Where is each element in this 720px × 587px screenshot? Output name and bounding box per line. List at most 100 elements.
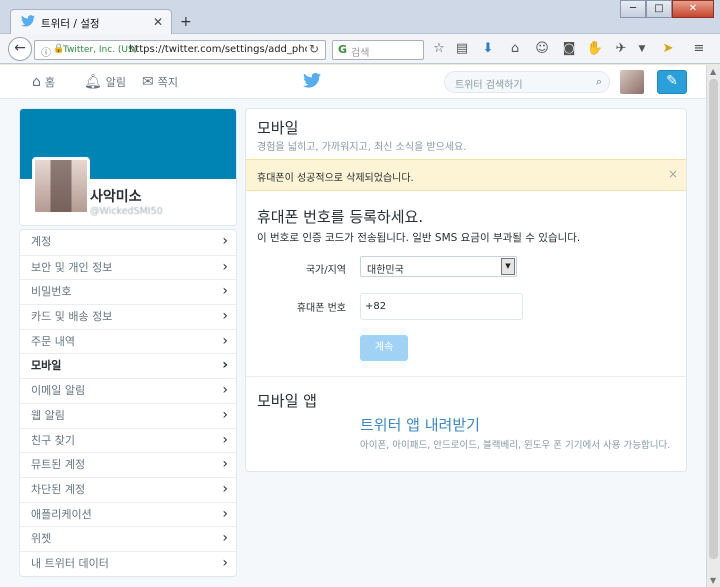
chevron-right-icon: ›	[222, 554, 228, 571]
scroll-down-icon[interactable]: ▼	[710, 576, 716, 585]
settings-menu-label: 웹 알림	[31, 408, 65, 422]
app-description: 아이폰, 아이패드, 안드로이드, 블랙베리, 윈도우 폰 기기에서 사용 가능…	[360, 440, 671, 451]
continue-button[interactable]: 계속	[360, 335, 408, 361]
twitter-logo-icon[interactable]	[303, 72, 321, 91]
info-icon[interactable]: ⓘ	[41, 44, 51, 59]
addon-icon[interactable]: ✋	[586, 40, 604, 58]
alert-message: 휴대폰이 성공적으로 삭제되었습니다.	[257, 173, 414, 184]
home-icon: ⌂	[32, 74, 41, 90]
tab-close-icon[interactable]: ✕	[153, 15, 163, 29]
profile-card: 사악미소 @WickedSMI50	[19, 108, 237, 226]
settings-menu-item[interactable]: 내 트위터 데이터 ›	[20, 550, 236, 576]
chevron-right-icon: ›	[222, 357, 228, 374]
web-page: ⌂ 홈 🔔︎ 알림 ✉ 쪽지 트위터 검색하기 ⌕ ✎ 사악미소 @Wicked…	[0, 65, 706, 587]
settings-menu-item[interactable]: 뮤트된 계정 ›	[20, 452, 236, 477]
settings-menu-item[interactable]: 카드 및 배송 정보 ›	[20, 304, 236, 329]
chevron-right-icon: ›	[222, 283, 228, 300]
settings-menu-label: 차단된 계정	[31, 482, 86, 496]
chevron-right-icon: ›	[222, 456, 228, 473]
nav-messages-label: 쪽지	[157, 76, 178, 89]
chevron-right-icon: ›	[222, 431, 228, 448]
page-scrollbar[interactable]: ▲ ▼	[706, 65, 720, 587]
reading-list-icon[interactable]: ▤	[453, 40, 471, 58]
page-title: 모바일	[257, 119, 299, 137]
divider	[246, 376, 686, 377]
browser-tab[interactable]: 트위터 / 설정 ✕	[10, 9, 172, 35]
phone-number-field[interactable]: +82	[360, 293, 523, 320]
country-label: 국가/지역	[305, 265, 346, 276]
settings-menu-label: 보안 및 개인 정보	[31, 260, 113, 274]
nav-home[interactable]: ⌂ 홈	[32, 74, 55, 90]
country-select[interactable]: 대한민국 ▼	[360, 256, 517, 277]
avatar[interactable]	[620, 70, 644, 94]
settings-menu-label: 이메일 알림	[31, 384, 86, 398]
twitter-bird-icon	[21, 15, 35, 30]
chevron-down-icon[interactable]: ▼	[501, 258, 515, 275]
browser-titlebar: 트위터 / 설정 ✕ + ─ □ ✕	[0, 0, 720, 35]
settings-menu-item[interactable]: 비밀번호 ›	[20, 279, 236, 304]
envelope-icon: ✉	[142, 74, 154, 90]
scrollbar-thumb[interactable]	[709, 79, 718, 559]
chevron-down-icon[interactable]: ▼	[633, 40, 651, 58]
settings-menu-item[interactable]: 보안 및 개인 정보 ›	[20, 254, 236, 280]
settings-menu-label: 뮤트된 계정	[31, 458, 86, 472]
scroll-up-icon[interactable]: ▲	[710, 67, 716, 76]
profile-avatar[interactable]	[32, 157, 90, 215]
download-app-link[interactable]: 트위터 앱 내려받기	[360, 414, 480, 435]
browser-toolbar: ← ⓘ 🔒 Twitter, Inc. (US) https://twitter…	[0, 34, 720, 64]
settings-menu-item[interactable]: 모바일 ›	[20, 353, 236, 378]
chevron-right-icon: ›	[222, 530, 228, 547]
settings-menu-item[interactable]: 계정 ›	[20, 230, 236, 255]
addon-2-icon[interactable]: ✈	[612, 40, 630, 58]
chevron-right-icon: ›	[222, 505, 228, 522]
profile-name[interactable]: 사악미소	[90, 186, 142, 206]
compose-tweet-button[interactable]: ✎	[657, 70, 687, 94]
nav-messages[interactable]: ✉ 쪽지	[142, 74, 178, 90]
search-icon[interactable]: ⌕	[596, 75, 602, 89]
twitter-search-input[interactable]: 트위터 검색하기 ⌕	[444, 71, 610, 93]
quill-icon: ✎	[666, 73, 678, 89]
url-text[interactable]: https://twitter.com/settings/add_phor	[129, 44, 307, 55]
settings-menu-item[interactable]: 웹 알림 ›	[20, 402, 236, 428]
back-button[interactable]: ←	[8, 37, 32, 61]
browser-search-input[interactable]: G 검색	[332, 40, 424, 60]
settings-menu-item[interactable]: 위젯 ›	[20, 526, 236, 551]
settings-menu-label: 친구 찾기	[31, 433, 75, 447]
new-tab-button[interactable]: +	[180, 14, 192, 30]
search-placeholder: 검색	[351, 48, 370, 59]
reload-icon[interactable]: ↻	[309, 42, 319, 56]
cursor-addon-icon[interactable]: ➤	[659, 40, 677, 58]
site-identity[interactable]: Twitter, Inc. (US)	[63, 45, 137, 55]
page-subtitle: 경험을 넓히고, 가까워지고, 최신 소식을 받으세요.	[257, 142, 467, 153]
minimize-button[interactable]: ─	[620, 0, 646, 18]
alert-close-icon[interactable]: ×	[668, 167, 678, 181]
settings-menu-label: 주문 내역	[31, 334, 75, 348]
download-icon[interactable]: ⬇	[479, 40, 497, 58]
search-engine-icon[interactable]: G	[338, 43, 347, 56]
settings-menu-item[interactable]: 애플리케이션 ›	[20, 501, 236, 527]
bookmark-star-icon[interactable]: ☆	[430, 40, 448, 58]
settings-menu-item[interactable]: 친구 찾기 ›	[20, 427, 236, 453]
settings-menu-item[interactable]: 주문 내역 ›	[20, 328, 236, 354]
close-window-button[interactable]: ✕	[672, 0, 714, 18]
twitter-topnav: ⌂ 홈 🔔︎ 알림 ✉ 쪽지 트위터 검색하기 ⌕ ✎	[0, 65, 706, 99]
chat-icon[interactable]: ☺	[533, 40, 551, 58]
register-heading: 휴대폰 번호를 등록하세요.	[257, 208, 424, 226]
chevron-right-icon: ›	[222, 233, 228, 249]
chevron-right-icon: ›	[222, 332, 228, 349]
chevron-right-icon: ›	[222, 480, 228, 497]
phone-prefix: +82	[365, 301, 387, 312]
menu-icon[interactable]: ≡	[690, 40, 708, 58]
url-bar[interactable]: ⓘ 🔒 Twitter, Inc. (US) https://twitter.c…	[34, 40, 326, 60]
mobile-settings-panel: 모바일 경험을 넓히고, 가까워지고, 최신 소식을 받으세요. 휴대폰이 성공…	[245, 108, 687, 472]
window-controls: ─ □ ✕	[620, 0, 714, 18]
settings-menu-label: 비밀번호	[31, 285, 72, 299]
bell-icon: 🔔︎	[84, 74, 102, 90]
nav-notifications[interactable]: 🔔︎ 알림	[84, 74, 126, 90]
maximize-button[interactable]: □	[646, 0, 672, 18]
settings-menu-item[interactable]: 이메일 알림 ›	[20, 378, 236, 403]
home-icon[interactable]: ⌂	[506, 40, 524, 58]
pocket-icon[interactable]: ◙	[560, 40, 578, 58]
settings-menu-item[interactable]: 차단된 계정 ›	[20, 476, 236, 502]
profile-handle[interactable]: @WickedSMI50	[90, 206, 163, 217]
